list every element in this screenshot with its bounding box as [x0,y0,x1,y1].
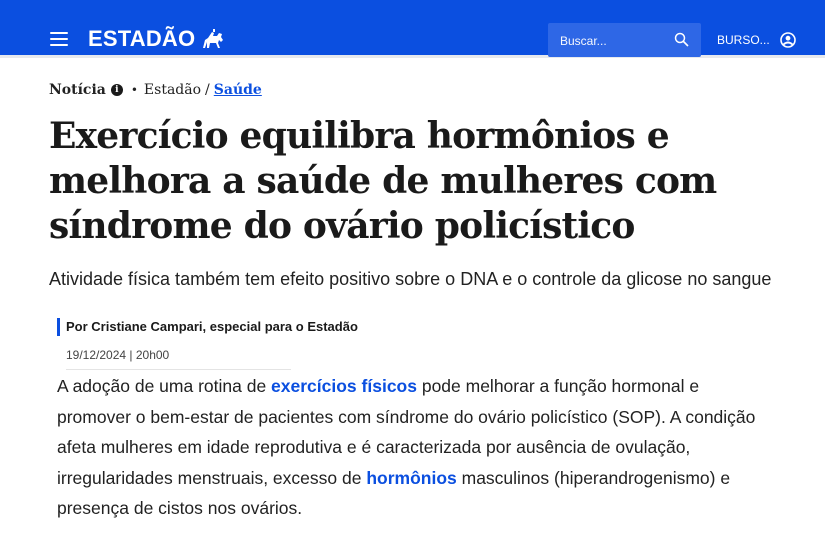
article-date: 19/12/2024 | 20h00 [66,347,291,370]
menu-icon[interactable] [50,32,68,46]
hormonios-link[interactable]: hormônios [366,468,456,488]
horse-rider-icon [203,29,224,48]
logo-text: ESTADÃO [88,26,196,51]
article-byline[interactable]: Por Cristiane Campari, especial para o E… [57,318,358,336]
user-icon [779,32,796,48]
body-text: A adoção de uma rotina de [57,376,272,396]
info-icon[interactable]: i [110,84,123,96]
article-subtitle: Atividade física também tem efeito posit… [49,269,772,289]
estadao-logo[interactable]: ESTADÃO [88,26,225,52]
breadcrumb-bullet: • [130,83,138,97]
search-input[interactable] [548,23,682,59]
breadcrumb-section[interactable]: Estadão [144,82,201,98]
top-navigation-bar: ESTADÃO BURSO... [0,0,825,59]
account-label: BURSO... [717,33,770,47]
breadcrumb: Notícia i • Estadão / Saúde [49,82,262,98]
search-icon[interactable] [674,32,689,47]
exercicios-fisicos-link[interactable]: exercícios físicos [271,376,417,396]
article-body: A adoção de uma rotina de exercícios fís… [57,371,757,524]
search-box [548,23,701,59]
account-button[interactable]: BURSO... [717,32,796,48]
breadcrumb-category-link[interactable]: Saúde [214,82,262,98]
content-type-label: Notícia [49,82,106,98]
article-title: Exercício equilibra hormônios e melhora … [49,115,717,247]
breadcrumb-separator: / [205,82,210,98]
